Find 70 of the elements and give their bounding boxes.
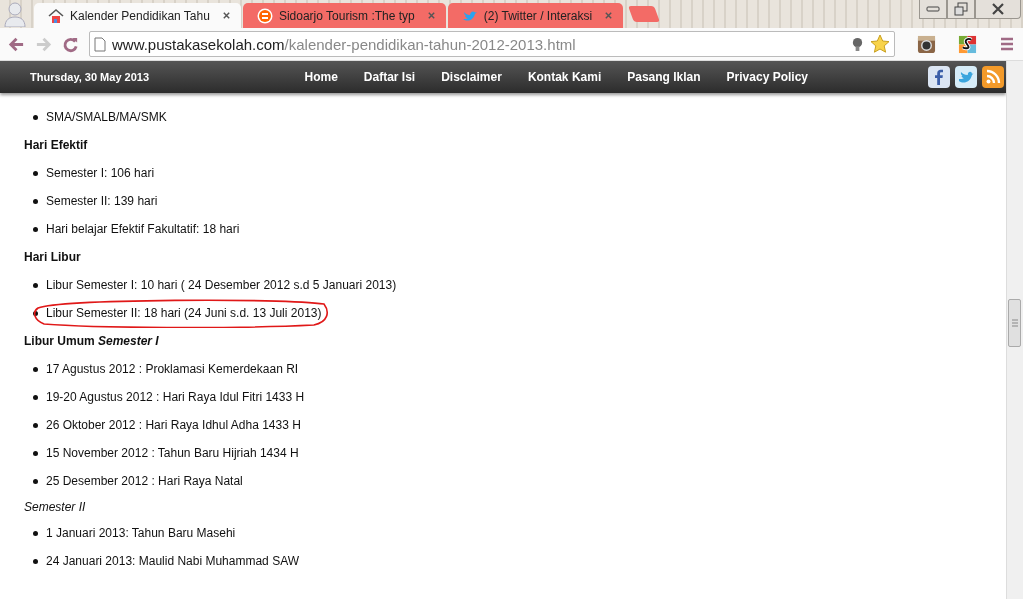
bullet-icon [33,282,38,288]
list-item-text: Semester I: 106 hari [46,166,155,180]
address-bar[interactable]: www.pustakasekolah.com/kalender-pendidikan-tahun-2012-2013.html [89,31,895,57]
bullet-icon [33,558,38,564]
url-text: www.pustakasekolah.com/kalender-pendidikan-tahun-2012-2013.html [112,35,576,53]
close-icon[interactable] [221,11,231,20]
bullet-icon [33,422,38,428]
back-icon[interactable] [8,35,25,53]
star-icon[interactable] [870,34,890,54]
blog-icon [256,7,273,24]
list-item-text: Libur Semester I: 10 hari ( 24 Desember 2012 s.d 5 Januari 2013) [46,278,397,292]
section-heading: Libur Umum Semester I [24,333,159,350]
nav-link[interactable]: Pasang Iklan [627,70,701,84]
list-item-text: Semester II: 139 hari [46,194,158,208]
nav-link[interactable]: Disclaimer [441,70,502,84]
bullet-icon [33,310,38,316]
new-tab-button[interactable] [628,6,661,22]
grip-icon [1011,319,1018,327]
bullet-icon [33,170,38,176]
scrollbar[interactable] [1006,61,1023,599]
bullet-icon [33,450,38,456]
close-button[interactable] [975,0,1021,19]
bullet-icon [33,366,38,372]
list-item-text: 25 Desember 2012 : Hari Raya Natal [46,474,243,488]
list-item-text: 26 Oktober 2012 : Hari Raya Idhul Adha 1433 H [46,418,301,432]
tab-title: Kalender Pendidikan Tahu [70,8,211,23]
bullet-icon [33,114,38,120]
bullet-icon [33,530,38,536]
maximize-button[interactable] [947,0,975,19]
bullet-icon [33,198,38,204]
section-subheading: Semester II [24,499,86,516]
lightbulb-icon[interactable] [851,36,864,52]
facebook-icon[interactable] [928,66,950,88]
minimize-icon [926,5,940,13]
extension-icon[interactable] [958,34,977,54]
scrollbar-thumb[interactable] [1008,299,1021,347]
bullet-icon [33,394,38,400]
person-silhouette-icon [2,1,28,27]
list-item-text: SMA/SMALB/MA/SMK [46,110,167,124]
camera-icon[interactable] [917,34,936,54]
restore-icon [954,2,968,16]
tab-title: Sidoarjo Tourism :The typ [278,8,416,23]
page-icon [94,36,106,52]
menu-icon[interactable] [999,36,1015,52]
nav-link[interactable]: Daftar Isi [363,70,416,84]
list-item-text: Libur Semester II: 18 hari (24 Juni s.d. 13 Juli 2013) [46,306,322,320]
list-item-text: 17 Agustus 2012 : Proklamasi Kemerdekaan RI [46,362,299,376]
section-heading: Hari Libur [24,249,81,266]
reload-icon[interactable] [62,35,79,53]
list-item-text: Hari belajar Efektif Fakultatif: 18 hari [46,222,240,236]
browser-tab[interactable]: (2) Twitter / Interaksi [447,3,624,28]
house-icon [48,7,64,24]
header-date: Thursday, 30 May 2013 [30,71,150,83]
section-heading: Hari Efektif [24,137,88,154]
browser-tab[interactable]: Sidoarjo Tourism :The typ [242,3,446,28]
nav-link[interactable]: Privacy Policy [726,70,808,84]
list-item-text: 15 November 2012 : Tahun Baru Hijriah 1434 H [46,446,299,460]
close-icon [991,3,1005,15]
nav-link[interactable]: Kontak Kami [527,70,602,84]
list-item-text: 24 Januari 2013: Maulid Nabi Muhammad SAW [46,554,299,568]
list-item-text: 19-20 Agustus 2012 : Hari Raya Idul Fitri 1433 H [46,390,305,404]
browser-tab[interactable]: Kalender Pendidikan Tahu [34,3,241,28]
bullet-icon [33,478,38,484]
nav-link[interactable]: Home [304,70,338,84]
list-item-text: 1 Januari 2013: Tahun Baru Masehi [46,526,236,540]
minimize-button[interactable] [919,0,947,19]
tab-title: (2) Twitter / Interaksi [483,8,594,23]
bullet-icon [33,226,38,232]
rss-icon[interactable] [982,66,1004,88]
bird-icon[interactable] [955,66,977,88]
